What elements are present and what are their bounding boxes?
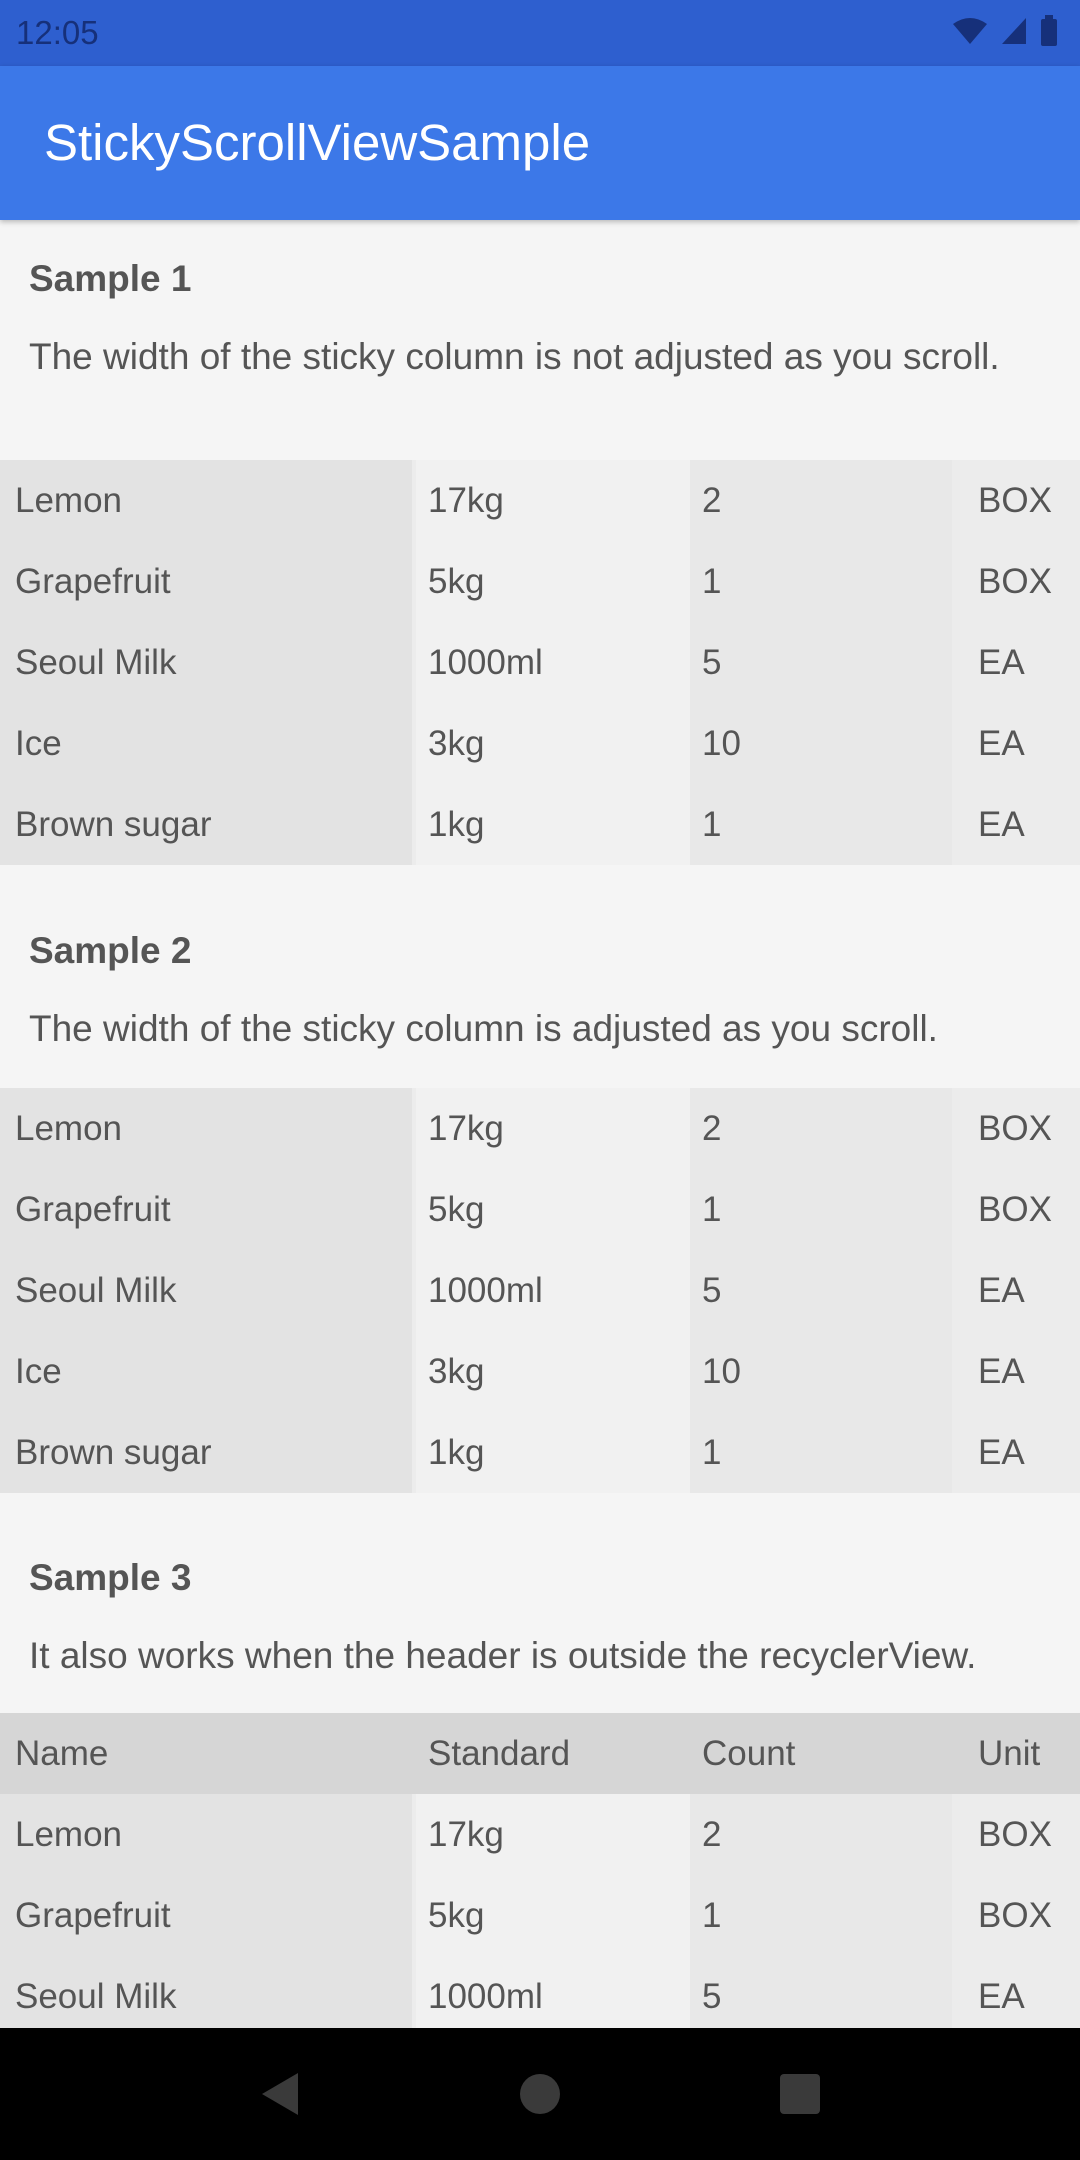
cell-count: 5: [702, 1271, 722, 1310]
cell-unit: EA: [978, 724, 1025, 763]
table-row[interactable]: Ice 3kg 10 EA: [0, 703, 1080, 784]
cell-count: 10: [702, 1352, 741, 1391]
navigation-bar: [0, 2028, 1080, 2160]
cell-standard: 1000ml: [428, 1271, 543, 1310]
table-row[interactable]: Ice 3kg 10 EA: [0, 1331, 1080, 1412]
cell-standard: 1000ml: [428, 1977, 543, 2016]
sample1-table[interactable]: Lemon 17kg 2 BOX Grapefruit 5kg 1 BOX Se…: [0, 460, 1080, 865]
cell-unit: EA: [978, 1352, 1025, 1391]
app-bar: StickyScrollViewSample: [0, 66, 1080, 220]
cell-name: Seoul Milk: [15, 1977, 177, 2016]
table-row[interactable]: Seoul Milk 1000ml 5 EA: [0, 1250, 1080, 1331]
cell-unit: EA: [978, 643, 1025, 682]
cell-unit: BOX: [978, 1815, 1052, 1854]
sample2-title: Sample 2: [29, 930, 192, 971]
cell-count: 1: [702, 1190, 722, 1229]
sample3-table[interactable]: Name Standard Count Unit Lemon 17kg 2 BO…: [0, 1713, 1080, 2028]
cell-standard: 3kg: [428, 1352, 485, 1391]
cell-count: 10: [702, 724, 741, 763]
cell-unit: EA: [978, 1271, 1025, 1310]
signal-icon: [1000, 16, 1028, 51]
home-button[interactable]: [510, 2064, 570, 2124]
cell-name: Seoul Milk: [15, 643, 177, 682]
cell-standard: 1kg: [428, 1433, 485, 1472]
cell-name: Ice: [15, 724, 62, 763]
wifi-icon: [952, 16, 988, 51]
cell-name: Grapefruit: [15, 562, 171, 601]
scroll-content[interactable]: Sample 1 The width of the sticky column …: [0, 220, 1080, 2028]
cell-standard: 17kg: [428, 1815, 504, 1854]
cell-name: Lemon: [15, 1815, 123, 1854]
cell-count: 1: [702, 805, 722, 844]
header-unit: Unit: [978, 1734, 1041, 1773]
cell-unit: EA: [978, 805, 1025, 844]
battery-icon: [1040, 14, 1058, 52]
sample3-title: Sample 3: [29, 1557, 192, 1598]
header-standard: Standard: [428, 1734, 571, 1773]
cell-count: 1: [702, 1896, 722, 1935]
status-icons: [952, 14, 1058, 52]
cell-name: Lemon: [15, 1109, 123, 1148]
status-time: 12:05: [16, 14, 99, 51]
table-row[interactable]: Seoul Milk 1000ml 5 EA: [0, 622, 1080, 703]
table-row[interactable]: Grapefruit 5kg 1 BOX: [0, 1875, 1080, 1956]
cell-name: Grapefruit: [15, 1190, 171, 1229]
table-row[interactable]: Seoul Milk 1000ml 5 EA: [0, 1956, 1080, 2028]
cell-name: Seoul Milk: [15, 1271, 177, 1310]
cell-standard: 1kg: [428, 805, 485, 844]
sample2-description: The width of the sticky column is adjust…: [29, 1008, 938, 1049]
sample3-description: It also works when the header is outside…: [29, 1635, 977, 1676]
cell-count: 1: [702, 1433, 722, 1472]
table-row[interactable]: Grapefruit 5kg 1 BOX: [0, 541, 1080, 622]
recents-icon: [780, 2074, 820, 2114]
table-row[interactable]: Brown sugar 1kg 1 EA: [0, 784, 1080, 865]
back-button[interactable]: [250, 2064, 310, 2124]
sample1-description: The width of the sticky column is not ad…: [29, 336, 1000, 377]
table-row[interactable]: Lemon 17kg 2 BOX: [0, 1088, 1080, 1169]
sample2-table[interactable]: Lemon 17kg 2 BOX Grapefruit 5kg 1 BOX Se…: [0, 1088, 1080, 1493]
table-row[interactable]: Brown sugar 1kg 1 EA: [0, 1412, 1080, 1493]
cell-unit: BOX: [978, 1896, 1052, 1935]
header-count: Count: [702, 1734, 796, 1773]
cell-name: Brown sugar: [15, 1433, 212, 1472]
cell-unit: BOX: [978, 562, 1052, 601]
header-name: Name: [15, 1734, 109, 1773]
cell-name: Grapefruit: [15, 1896, 171, 1935]
cell-unit: EA: [978, 1433, 1025, 1472]
table-row[interactable]: Lemon 17kg 2 BOX: [0, 460, 1080, 541]
cell-count: 1: [702, 562, 722, 601]
table-row[interactable]: Lemon 17kg 2 BOX: [0, 1794, 1080, 1875]
cell-standard: 17kg: [428, 1109, 504, 1148]
home-icon: [520, 2074, 560, 2114]
table-row[interactable]: Grapefruit 5kg 1 BOX: [0, 1169, 1080, 1250]
cell-count: 2: [702, 1109, 722, 1148]
cell-name: Brown sugar: [15, 805, 212, 844]
table-header-row: Name Standard Count Unit: [0, 1713, 1080, 1794]
recents-button[interactable]: [770, 2064, 830, 2124]
cell-standard: 1000ml: [428, 643, 543, 682]
cell-standard: 17kg: [428, 481, 504, 520]
cell-count: 5: [702, 643, 722, 682]
cell-standard: 5kg: [428, 1896, 485, 1935]
cell-standard: 5kg: [428, 1190, 485, 1229]
cell-count: 2: [702, 1815, 722, 1854]
cell-unit: BOX: [978, 1190, 1052, 1229]
back-icon: [262, 2073, 298, 2115]
cell-standard: 5kg: [428, 562, 485, 601]
cell-unit: BOX: [978, 1109, 1052, 1148]
cell-unit: EA: [978, 1977, 1025, 2016]
cell-name: Ice: [15, 1352, 62, 1391]
cell-count: 5: [702, 1977, 722, 2016]
status-bar: 12:05: [0, 0, 1080, 66]
cell-name: Lemon: [15, 481, 123, 520]
cell-standard: 3kg: [428, 724, 485, 763]
sample1-title: Sample 1: [29, 258, 192, 299]
app-title: StickyScrollViewSample: [44, 114, 591, 171]
cell-count: 2: [702, 481, 722, 520]
cell-unit: BOX: [978, 481, 1052, 520]
